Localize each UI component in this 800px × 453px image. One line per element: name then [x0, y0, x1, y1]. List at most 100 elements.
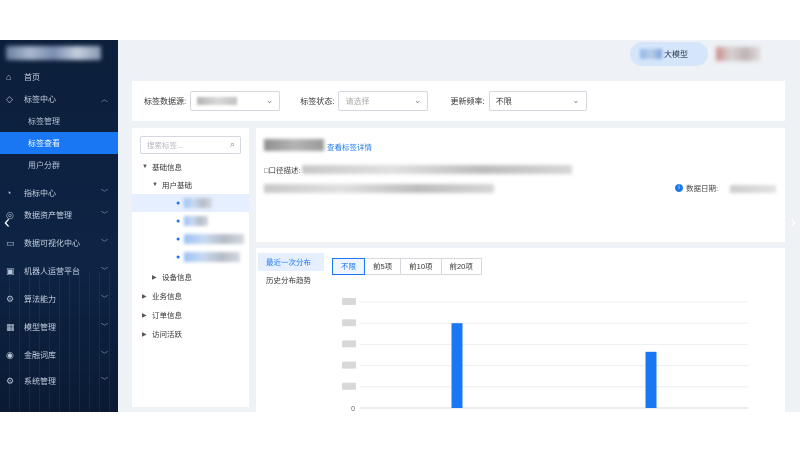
home-icon: ⌂	[6, 72, 12, 82]
chevron-down-icon: ﹀	[101, 324, 108, 331]
tree-leaf[interactable]: ●	[132, 230, 249, 248]
description-redacted	[302, 165, 572, 174]
chevron-down-icon: ⌄	[413, 95, 422, 105]
tree-node-order[interactable]: ▶ 订单信息	[132, 306, 249, 324]
y-tick-label-redacted	[342, 361, 356, 369]
y-tick-label-redacted	[342, 340, 356, 348]
y-tick-label-redacted	[342, 382, 356, 390]
user-avatar[interactable]	[716, 47, 760, 61]
tag-icon: ●	[176, 217, 181, 225]
sidebar-item-system[interactable]: ⚙ 系统管理 ﹀	[0, 370, 118, 392]
logo	[6, 40, 118, 66]
sidebar-subitem-label: 标签查看	[28, 138, 60, 148]
status-select[interactable]: 请选择 ⌄	[338, 91, 429, 111]
distribution-tabs: 最近一次分布 历史分布趋势	[258, 253, 324, 289]
filter-bar: 标签数据源: ⌄ 标签状态: 请选择 ⌄ 更新频率: 不限 ⌄	[132, 81, 785, 121]
tab-recent-distribution[interactable]: 最近一次分布	[258, 253, 324, 271]
tag-icon: ●	[176, 253, 181, 261]
data-date-redacted	[730, 185, 776, 193]
frequency-value: 不限	[495, 96, 512, 106]
sidebar-subitem-user-group[interactable]: 用户分群	[0, 154, 118, 176]
tree-leaf-redacted	[184, 234, 244, 244]
tree-leaf[interactable]: ●	[132, 248, 249, 266]
tag-detail-link[interactable]: 查看标签详情	[327, 142, 372, 153]
tag-icon: ●	[176, 235, 181, 243]
caret-right-icon: ▶	[142, 331, 147, 338]
sidebar-subitem-tag-management[interactable]: 标签管理	[0, 110, 118, 132]
tree-node-label: 业务信息	[152, 291, 182, 301]
segment-all[interactable]: 不限	[332, 258, 365, 275]
sidebar: ⌂ 首页 ◇ 标签中心 ︿ 标签管理 标签查看 用户分群 ◔ 指标中心 ﹀ ◎ …	[0, 40, 118, 412]
frequency-select[interactable]: 不限 ⌄	[488, 91, 587, 111]
source-select[interactable]: ⌄	[190, 91, 281, 111]
tag-info-card: 查看标签详情 □口径描述: i 数据日期:	[256, 128, 785, 242]
prev-arrow-icon[interactable]: ‹	[4, 212, 10, 233]
description-label-text: 口径描述:	[268, 166, 301, 175]
tab-label: 历史分布趋势	[266, 275, 311, 285]
top-bar: 大模型	[118, 40, 800, 70]
segment-label: 前10项	[409, 262, 433, 271]
sidebar-item-algorithm[interactable]: ⚙ 算法能力 ﹀	[0, 288, 118, 310]
sidebar-item-label: 机器人运营平台	[24, 266, 80, 276]
sidebar-item-visualization[interactable]: ▭ 数据可视化中心 ﹀	[0, 232, 118, 254]
tab-label: 最近一次分布	[266, 257, 311, 267]
algorithm-icon: ⚙	[6, 293, 15, 304]
sidebar-item-asset[interactable]: ◎ 数据资产管理 ﹀	[0, 204, 118, 226]
frequency-label: 更新频率:	[450, 96, 485, 106]
sidebar-item-label: 算法能力	[24, 294, 56, 304]
tree-node-visit[interactable]: ▶ 访问活跃	[132, 325, 249, 343]
tree-node-user-basic[interactable]: ▼ 用户基础	[132, 176, 249, 194]
sidebar-item-label: 金融词库	[24, 350, 56, 360]
info-icon: i	[675, 184, 683, 192]
chart-bar[interactable]	[451, 323, 463, 408]
chart-bar[interactable]	[645, 351, 657, 408]
distribution-chart: 0	[342, 298, 748, 412]
segment-label: 不限	[341, 262, 356, 271]
caret-right-icon: ▶	[142, 293, 147, 300]
segment-top20[interactable]: 前20项	[440, 258, 482, 275]
tree-leaf[interactable]: ●	[132, 212, 249, 230]
tag-title-redacted	[264, 139, 324, 151]
tree-node-label: 用户基础	[162, 180, 192, 190]
caret-right-icon: ▶	[152, 274, 157, 281]
model-button[interactable]: 大模型	[630, 42, 708, 66]
sidebar-item-label: 系统管理	[24, 376, 56, 386]
chevron-down-icon: ﹀	[101, 268, 108, 275]
next-arrow-icon[interactable]: ›	[790, 212, 796, 233]
chevron-down-icon: ﹀	[101, 190, 108, 197]
status-placeholder: 请选择	[345, 96, 370, 106]
chevron-up-icon: ︿	[101, 96, 108, 103]
sidebar-item-robot[interactable]: ▣ 机器人运营平台 ﹀	[0, 260, 118, 282]
sidebar-item-label: 标签中心	[24, 94, 56, 104]
chevron-down-icon: ﹀	[101, 296, 108, 303]
sidebar-subitem-label: 用户分群	[28, 160, 60, 170]
sidebar-item-label: 模型管理	[24, 322, 56, 332]
tree-leaf-redacted	[184, 216, 208, 226]
caret-right-icon: ▶	[142, 312, 147, 319]
chevron-down-icon: ﹀	[101, 378, 108, 385]
tree-node-business[interactable]: ▶ 业务信息	[132, 287, 249, 305]
source-value-redacted	[197, 97, 238, 105]
sidebar-subitem-label: 标签管理	[28, 116, 60, 126]
status-label: 标签状态:	[300, 96, 335, 106]
sidebar-item-model[interactable]: ▦ 模型管理 ﹀	[0, 316, 118, 338]
sidebar-item-home[interactable]: ⌂ 首页	[0, 66, 118, 88]
tree-node-device[interactable]: ▶ 设备信息	[132, 268, 249, 286]
tab-history-trend[interactable]: 历史分布趋势	[258, 271, 324, 289]
gear-icon: ⚙	[6, 375, 15, 386]
sidebar-subitem-tag-view[interactable]: 标签查看	[0, 132, 118, 154]
sidebar-item-finance-lexicon[interactable]: ◉ 金融词库 ﹀	[0, 344, 118, 366]
tag-search-input[interactable]: 搜索标签... ⌕	[140, 136, 241, 154]
caret-down-icon: ▼	[152, 182, 158, 188]
tree-leaf-selected[interactable]: ●	[132, 194, 249, 212]
monitor-icon: ▭	[6, 237, 15, 248]
database-icon: ◉	[6, 349, 14, 360]
sidebar-item-tag-center[interactable]: ◇ 标签中心 ︿	[0, 88, 118, 110]
tree-node-basic[interactable]: ▼ 基础信息	[132, 158, 249, 176]
sidebar-item-metric-center[interactable]: ◔ 指标中心 ﹀	[0, 182, 118, 204]
segment-top10[interactable]: 前10项	[400, 258, 442, 275]
metric-icon: ◔	[6, 188, 12, 198]
chevron-down-icon: ⌄	[265, 95, 274, 105]
sidebar-item-label: 数据可视化中心	[24, 238, 80, 248]
segment-top5[interactable]: 前5项	[364, 258, 402, 275]
